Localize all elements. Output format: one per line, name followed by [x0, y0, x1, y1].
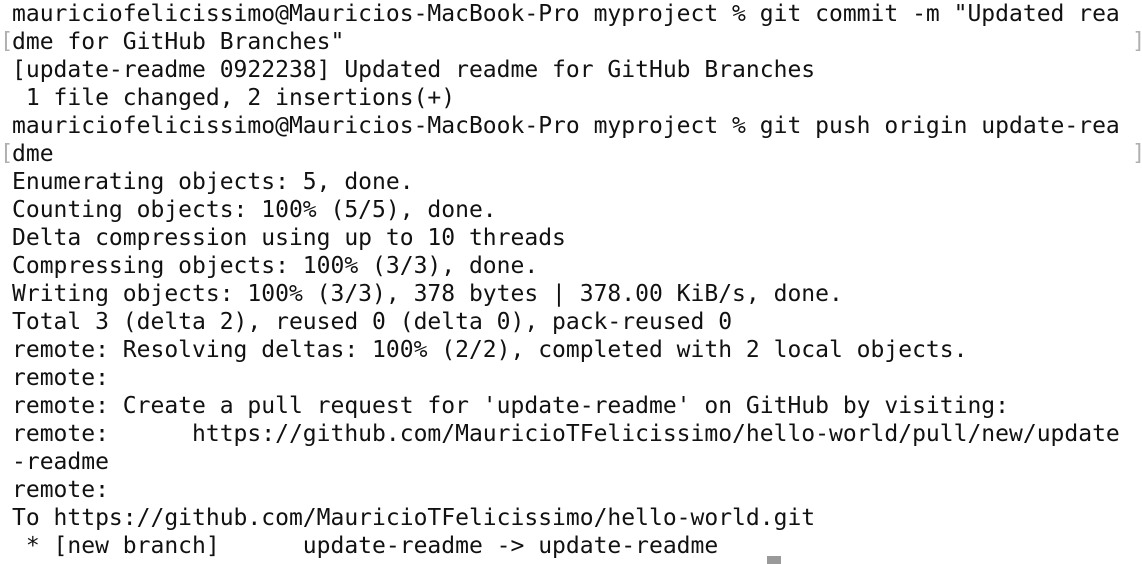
terminal-line: 1 file changed, 2 insertions(+) — [12, 85, 456, 111]
terminal-line: Counting objects: 100% (5/5), done. — [12, 197, 497, 223]
terminal-line: remote: — [12, 477, 109, 503]
terminal-output[interactable]: mauriciofelicissimo@Mauricios-MacBook-Pr… — [0, 0, 1142, 564]
terminal-line: Writing objects: 100% (3/3), 378 bytes |… — [12, 281, 843, 307]
terminal-line: mauriciofelicissimo@Mauricios-MacBook-Pr… — [12, 1, 1120, 27]
terminal-line: Compressing objects: 100% (3/3), done. — [12, 253, 539, 279]
terminal-line: dme for GitHub Branches" — [12, 29, 345, 55]
wrap-close-marker: ] — [1132, 140, 1142, 168]
terminal-line: remote: Create a pull request for 'updat… — [12, 393, 1009, 419]
terminal-line: dme — [12, 141, 54, 167]
wrap-close-marker: ] — [1132, 28, 1142, 56]
terminal-line: remote: — [12, 365, 109, 391]
terminal-cursor — [767, 556, 781, 564]
terminal-line: remote: Resolving deltas: 100% (2/2), co… — [12, 337, 968, 363]
terminal-line: * [new branch] update-readme -> update-r… — [12, 533, 719, 559]
terminal-line: [update-readme 0922238] Updated readme f… — [12, 57, 816, 83]
terminal-line: mauriciofelicissimo@Mauricios-MacBook-Pr… — [12, 113, 1120, 139]
terminal-line: Delta compression using up to 10 threads — [12, 225, 566, 251]
pull-request-url-continuation[interactable]: -readme — [12, 448, 109, 476]
pull-request-url-line[interactable]: remote: https://github.com/MauricioTFeli… — [12, 420, 1120, 448]
terminal-line: To https://github.com/MauricioTFelicissi… — [12, 505, 816, 531]
terminal-line: Enumerating objects: 5, done. — [12, 169, 414, 195]
terminal-line: Total 3 (delta 2), reused 0 (delta 0), p… — [12, 309, 733, 335]
